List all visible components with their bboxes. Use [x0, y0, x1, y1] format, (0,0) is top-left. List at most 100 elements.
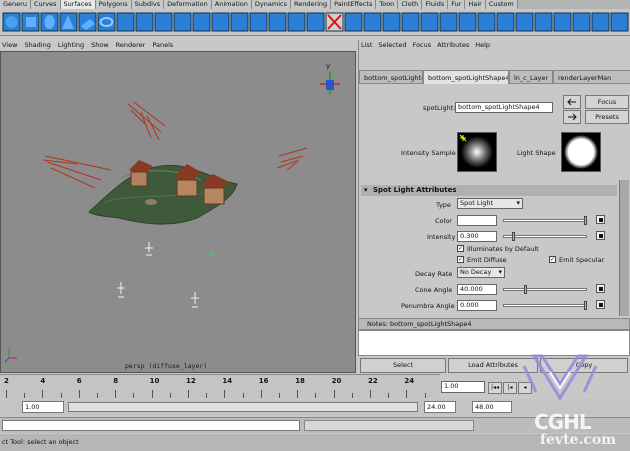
timeline-tick — [115, 390, 117, 398]
perspective-viewport[interactable]: y persp (diffuse_layer) — [0, 51, 356, 373]
range-start-field[interactable]: 1.00 — [22, 401, 64, 413]
square-icon — [135, 12, 154, 32]
shelf-tab-fur[interactable]: Fur — [448, 0, 466, 9]
emit-specular-checkbox[interactable]: ✓ — [549, 256, 556, 263]
emit-diffuse-checkbox[interactable]: ✓ — [457, 256, 464, 263]
viewport-menu-show[interactable]: Show — [91, 40, 109, 51]
penumbra-angle-field[interactable]: 0.000 — [457, 300, 497, 311]
node-name-field[interactable]: bottom_spotLightShape4 — [455, 102, 553, 113]
intensity-field[interactable]: 0.300 — [457, 231, 497, 242]
timeline-tick — [169, 393, 171, 398]
load-node-button[interactable] — [563, 95, 581, 109]
anim-end-field[interactable]: 48.00 — [472, 401, 512, 413]
intensity-slider-thumb[interactable] — [512, 232, 515, 241]
spot-light-attributes-header[interactable]: Spot Light Attributes — [361, 185, 617, 196]
shelf-tab-hair[interactable]: Hair — [465, 0, 486, 9]
svg-text:y: y — [326, 62, 330, 70]
time-slider[interactable]: 2 4 6 8 10 12 14 16 18 20 22 24 — [0, 374, 440, 398]
shelf — [0, 9, 630, 36]
shelf-tab-dynamics[interactable]: Dynamics — [251, 0, 291, 9]
attribute-editor-menu: List Selected Focus Attributes Help — [361, 40, 490, 51]
viewport-menu-view[interactable]: View — [2, 40, 17, 51]
penumbra-angle-slider-thumb[interactable] — [584, 301, 587, 310]
go-to-start-button[interactable]: |◂◂ — [488, 382, 502, 394]
shelf-tab-animation[interactable]: Animation — [211, 0, 252, 9]
step-back-button[interactable]: |◂ — [503, 382, 517, 394]
color-slider-thumb[interactable] — [584, 216, 587, 225]
point-light-icon[interactable] — [117, 242, 199, 308]
timeline-tick — [351, 393, 353, 398]
decay-rate-dropdown[interactable]: No Decay — [457, 267, 505, 278]
command-input[interactable] — [2, 420, 300, 431]
timeline-tick-label: 14 — [222, 377, 233, 385]
select-button[interactable]: Select — [360, 358, 446, 373]
shelf-tab-deformation[interactable]: Deformation — [164, 0, 212, 9]
selected-light-icon[interactable] — [207, 250, 215, 260]
timeline-tick-label: 24 — [404, 377, 415, 385]
shelf-tab-curves[interactable]: Curves — [30, 0, 61, 9]
penumbra-angle-map-button[interactable] — [596, 300, 605, 309]
ae-menu-focus[interactable]: Focus — [413, 40, 432, 51]
ae-tab-3[interactable]: renderLayerMan — [553, 70, 630, 84]
penumbra-angle-slider[interactable] — [503, 301, 587, 310]
range-end-field[interactable]: 24.00 — [424, 401, 456, 413]
viewport-menu-panels[interactable]: Panels — [152, 40, 173, 51]
ae-tab-2[interactable]: ln_c_Layer — [509, 70, 553, 84]
viewport-menu-renderer[interactable]: Renderer — [116, 40, 146, 51]
cone-angle-label: Cone Angle — [415, 286, 453, 294]
cone-angle-field[interactable]: 40.000 — [457, 284, 497, 295]
shelf-tab-surfaces[interactable]: Surfaces — [60, 0, 96, 9]
square-surface-icon — [287, 12, 306, 32]
intensity-map-button[interactable] — [596, 231, 605, 240]
watermark: CGHL fevte.com — [520, 352, 630, 451]
ae-menu-list[interactable]: List — [361, 40, 372, 51]
shelf-tab-rendering[interactable]: Rendering — [290, 0, 332, 9]
color-map-button[interactable] — [596, 215, 605, 224]
timeline-tick — [78, 390, 80, 398]
shelf-tab-toon[interactable]: Toon — [376, 0, 399, 9]
shelf-tab-generu[interactable]: Generu — [0, 0, 31, 9]
cone-angle-slider-thumb[interactable] — [524, 285, 527, 294]
presets-button[interactable]: Presets — [585, 110, 629, 124]
current-frame-field[interactable]: 1.00 — [441, 381, 485, 393]
ae-menu-selected[interactable]: Selected — [378, 40, 406, 51]
shelf-tab-custom[interactable]: Custom — [485, 0, 518, 9]
type-dropdown[interactable]: Spot Light — [457, 198, 523, 209]
light-shape-swatch — [561, 132, 601, 172]
timeline-tick-label: 22 — [368, 377, 378, 385]
cone-angle-slider[interactable] — [503, 285, 587, 294]
shelf-icon-row[interactable] — [2, 12, 629, 32]
shelf-tab-fluids[interactable]: Fluids — [422, 0, 449, 9]
show-node-button[interactable] — [563, 110, 581, 124]
illuminates-checkbox[interactable]: ✓ — [457, 245, 464, 252]
penumbra-angle-label: Penumbra Angle — [401, 302, 455, 310]
view-axis-icon[interactable]: y — [320, 62, 340, 94]
timeline-tick — [206, 393, 208, 398]
cone-angle-map-button[interactable] — [596, 284, 605, 293]
ae-menu-attributes[interactable]: Attributes — [437, 40, 469, 51]
shelf-tab-painteffects[interactable]: PaintEffects — [331, 0, 377, 9]
intensity-sample-label: Intensity Sample — [401, 149, 456, 157]
shelf-tab-subdivs[interactable]: Subdivs — [131, 0, 165, 9]
viewport-menu-lighting[interactable]: Lighting — [58, 40, 84, 51]
emit-diffuse-label: Emit Diffuse — [467, 256, 507, 264]
ae-tab-0[interactable]: bottom_spotLight4 — [359, 70, 423, 84]
range-slider-bar[interactable] — [68, 402, 418, 412]
shelf-tab-polygons[interactable]: Polygons — [95, 0, 132, 9]
timeline-tick-label: 4 — [40, 377, 46, 385]
ae-menu-help[interactable]: Help — [475, 40, 490, 51]
notes-header[interactable]: Notes: bottom_spotLightShape4 — [358, 318, 630, 330]
arrow-left-icon — [567, 98, 576, 106]
intensity-slider[interactable] — [503, 232, 587, 241]
timeline-tick — [260, 390, 262, 398]
scene-view[interactable]: y — [1, 52, 355, 372]
viewport-menu-shading[interactable]: Shading — [24, 40, 50, 51]
timeline-tick — [333, 390, 335, 398]
color-swatch-field[interactable] — [457, 215, 497, 226]
shelf-tab-cloth[interactable]: Cloth — [398, 0, 423, 9]
focus-button[interactable]: Focus — [585, 95, 629, 109]
attribute-editor-scrollbar[interactable] — [619, 180, 629, 316]
color-slider[interactable] — [503, 216, 587, 225]
command-output — [304, 420, 474, 431]
ae-tab-1[interactable]: bottom_spotLightShape4 — [423, 70, 509, 84]
